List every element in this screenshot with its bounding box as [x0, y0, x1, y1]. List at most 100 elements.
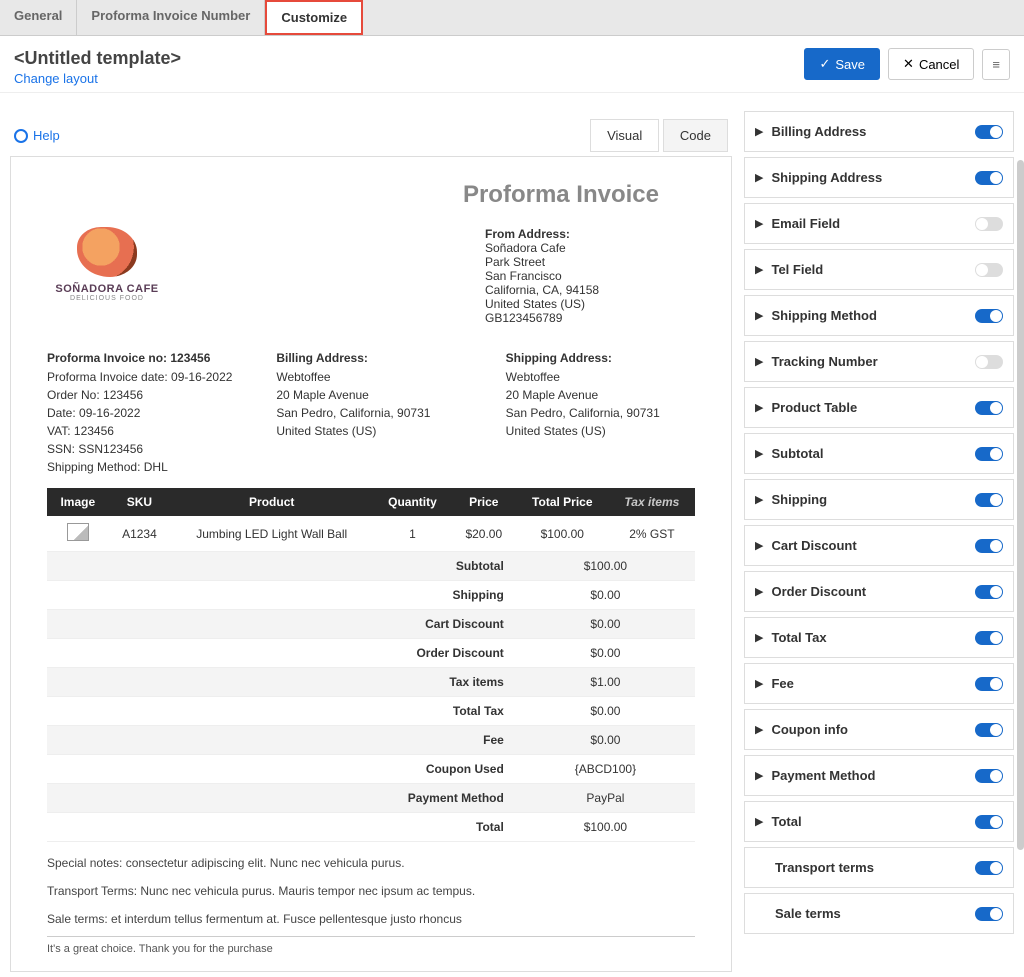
arrow-icon: ▶ — [755, 355, 763, 368]
panel-label: Shipping — [771, 492, 967, 507]
panel-label: Product Table — [771, 400, 967, 415]
arrow-icon: ▶ — [755, 585, 763, 598]
logo-image — [77, 227, 137, 277]
toggle[interactable] — [975, 493, 1003, 507]
arrow-icon: ▶ — [755, 309, 763, 322]
toggle[interactable] — [975, 355, 1003, 369]
panel-label: Order Discount — [771, 584, 967, 599]
panel-label: Tracking Number — [771, 354, 967, 369]
panel-payment-method[interactable]: ▶ Payment Method — [744, 755, 1014, 796]
summary-row: Coupon Used{ABCD100} — [47, 755, 695, 784]
transport-terms: Transport Terms: Nunc nec vehicula purus… — [47, 884, 695, 898]
panel-tracking-number[interactable]: ▶ Tracking Number — [744, 341, 1014, 382]
invoice-preview: Proforma Invoice SOÑADORA CAFE DELICIOUS… — [10, 156, 732, 972]
help-link[interactable]: Help — [14, 128, 60, 143]
arrow-icon: ▶ — [755, 217, 763, 230]
toggle[interactable] — [975, 907, 1003, 921]
summary-row: Payment MethodPayPal — [47, 784, 695, 813]
change-layout-link[interactable]: Change layout — [14, 71, 181, 86]
arrow-icon: ▶ — [755, 539, 763, 552]
panel-label: Email Field — [771, 216, 967, 231]
billing-address: Billing Address: Webtoffee20 Maple Avenu… — [276, 349, 465, 476]
panel-fee[interactable]: ▶ Fee — [744, 663, 1014, 704]
arrow-icon: ▶ — [755, 815, 763, 828]
summary-row: Shipping$0.00 — [47, 581, 695, 610]
arrow-icon: ▶ — [755, 769, 763, 782]
summary-row: Total Tax$0.00 — [47, 697, 695, 726]
toggle[interactable] — [975, 401, 1003, 415]
panel-shipping-method[interactable]: ▶ Shipping Method — [744, 295, 1014, 336]
panel-total[interactable]: ▶ Total — [744, 801, 1014, 842]
cancel-button[interactable]: ✕Cancel — [888, 48, 974, 80]
arrow-icon: ▶ — [755, 447, 763, 460]
panel-sale-terms[interactable]: Sale terms — [744, 893, 1014, 934]
toggle[interactable] — [975, 171, 1003, 185]
panel-email-field[interactable]: ▶ Email Field — [744, 203, 1014, 244]
panel-order-discount[interactable]: ▶ Order Discount — [744, 571, 1014, 612]
tab-code[interactable]: Code — [663, 119, 728, 152]
toggle[interactable] — [975, 677, 1003, 691]
arrow-icon: ▶ — [755, 493, 763, 506]
panel-subtotal[interactable]: ▶ Subtotal — [744, 433, 1014, 474]
help-icon — [14, 129, 28, 143]
arrow-icon: ▶ — [755, 677, 763, 690]
panel-label: Subtotal — [771, 446, 967, 461]
summary-row: Cart Discount$0.00 — [47, 610, 695, 639]
arrow-icon: ▶ — [755, 723, 763, 736]
toggle[interactable] — [975, 769, 1003, 783]
tab-number[interactable]: Proforma Invoice Number — [77, 0, 265, 35]
image-icon — [67, 523, 89, 541]
panel-cart-discount[interactable]: ▶ Cart Discount — [744, 525, 1014, 566]
summary-row: Tax items$1.00 — [47, 668, 695, 697]
hamburger-icon: ≡ — [992, 57, 1000, 72]
arrow-icon: ▶ — [755, 263, 763, 276]
tab-customize[interactable]: Customize — [265, 0, 363, 35]
panel-label: Total Tax — [771, 630, 967, 645]
arrow-icon: ▶ — [755, 171, 763, 184]
summary-row: Total$100.00 — [47, 813, 695, 842]
from-address: From Address: Soñadora CafePark StreetSa… — [485, 227, 695, 325]
panel-list: ▶Billing Address▶Shipping Address▶Email … — [744, 111, 1014, 934]
sale-terms: Sale terms: et interdum tellus fermentum… — [47, 912, 695, 926]
logo: SOÑADORA CAFE DELICIOUS FOOD — [47, 227, 167, 302]
panel-coupon-info[interactable]: ▶Coupon info — [744, 709, 1014, 750]
summary-row: Order Discount$0.00 — [47, 639, 695, 668]
panel-label: Shipping Address — [771, 170, 967, 185]
panel-label: Cart Discount — [771, 538, 967, 553]
panel-label: Billing Address — [771, 124, 967, 139]
toggle[interactable] — [975, 447, 1003, 461]
panel-product-table[interactable]: ▶Product Table — [744, 387, 1014, 428]
panel-shipping[interactable]: ▶ Shipping — [744, 479, 1014, 520]
invoice-title: Proforma Invoice — [47, 181, 659, 209]
toggle[interactable] — [975, 861, 1003, 875]
panel-shipping-address[interactable]: ▶ Shipping Address — [744, 157, 1014, 198]
panel-billing-address[interactable]: ▶Billing Address — [744, 111, 1014, 152]
close-icon: ✕ — [903, 56, 914, 72]
panel-label: Total — [771, 814, 967, 829]
tab-visual[interactable]: Visual — [590, 119, 659, 152]
panel-transport-terms[interactable]: Transport terms — [744, 847, 1014, 888]
toggle[interactable] — [975, 263, 1003, 277]
panel-label: Fee — [771, 676, 967, 691]
toggle[interactable] — [975, 309, 1003, 323]
toggle[interactable] — [975, 585, 1003, 599]
table-row: A1234 Jumbing LED Light Wall Ball 1 $20.… — [47, 516, 695, 552]
toggle[interactable] — [975, 125, 1003, 139]
menu-button[interactable]: ≡ — [982, 49, 1010, 80]
save-button[interactable]: ✓Save — [804, 48, 880, 80]
panel-total-tax[interactable]: ▶ Total Tax — [744, 617, 1014, 658]
panel-label: Payment Method — [771, 768, 967, 783]
check-icon: ✓ — [819, 56, 830, 72]
arrow-icon: ▶ — [755, 631, 763, 644]
shipping-address: Shipping Address: Webtoffee20 Maple Aven… — [506, 349, 695, 476]
view-tabs: Visual Code — [590, 119, 728, 152]
panel-tel-field[interactable]: ▶Tel Field — [744, 249, 1014, 290]
tab-general[interactable]: General — [0, 0, 77, 35]
toggle[interactable] — [975, 631, 1003, 645]
toggle[interactable] — [975, 217, 1003, 231]
toggle[interactable] — [975, 723, 1003, 737]
panel-label: Shipping Method — [771, 308, 967, 323]
scrollbar[interactable] — [1017, 160, 1024, 850]
toggle[interactable] — [975, 815, 1003, 829]
toggle[interactable] — [975, 539, 1003, 553]
